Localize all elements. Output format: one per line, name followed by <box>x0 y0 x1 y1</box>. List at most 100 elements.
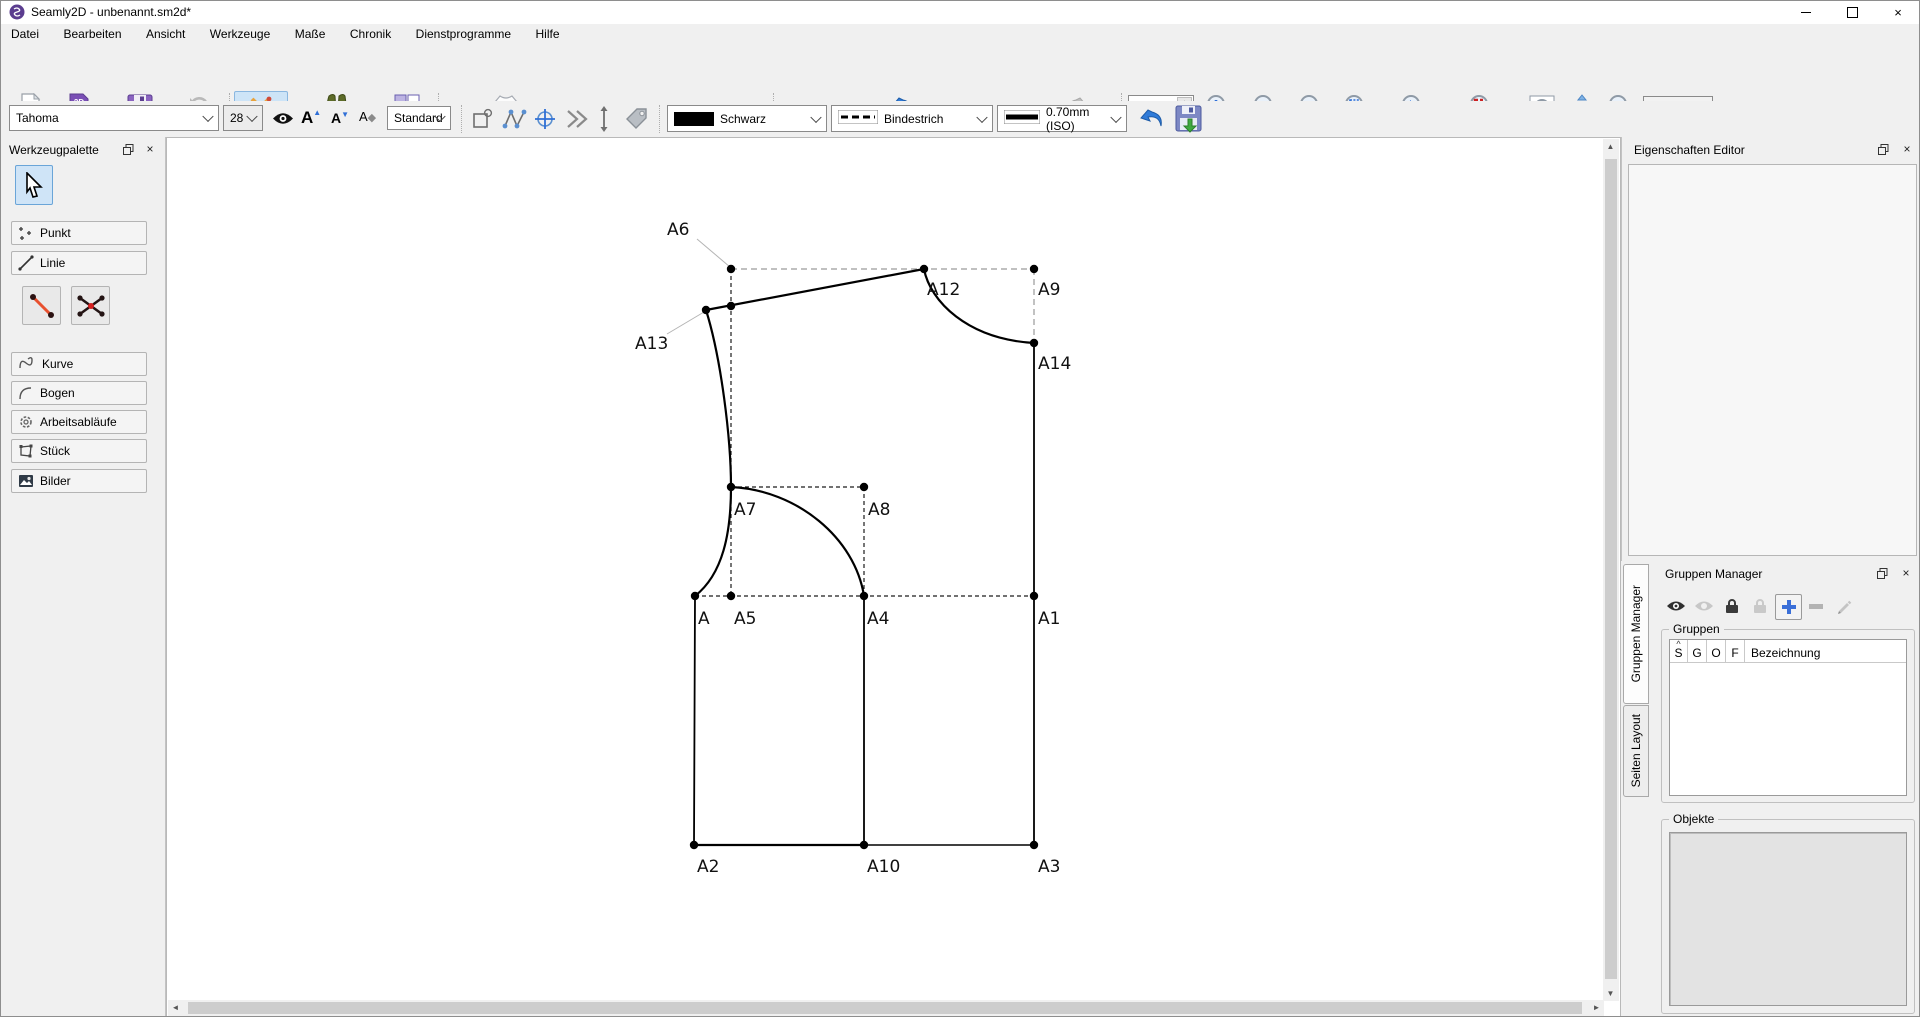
tab-seiten-layout[interactable]: Seiten Layout <box>1623 705 1649 797</box>
save-options-icon[interactable] <box>1175 105 1203 138</box>
horizontal-scrollbar[interactable]: ◄ ► <box>168 1000 1604 1016</box>
horizontal-scroll-thumb[interactable] <box>188 1002 1582 1014</box>
pattern-drawing[interactable]: A6A13A12A9A14A7A8AA5A4A1A2A10A3 <box>167 138 1620 1017</box>
vertical-arrow-icon[interactable] <box>597 106 611 137</box>
close-button[interactable]: × <box>1875 1 1920 24</box>
remove-group-button[interactable] <box>1803 594 1828 618</box>
line-tools-button[interactable]: Linie <box>11 251 147 275</box>
visibility-eye-icon[interactable] <box>271 110 295 132</box>
select-tool-button[interactable] <box>15 165 53 205</box>
edit-group-button[interactable] <box>1831 594 1856 618</box>
spline-nodes-tool-icon[interactable] <box>502 108 528 135</box>
vertical-scrollbar[interactable]: ▲ ▼ <box>1603 139 1619 1001</box>
font-combo[interactable]: Tahoma <box>9 105 219 131</box>
point-label-A[interactable]: A <box>698 609 710 629</box>
pattern-path[interactable] <box>697 239 730 267</box>
float-dock-button[interactable] <box>1874 141 1892 157</box>
scroll-left-icon[interactable]: ◄ <box>168 1000 183 1015</box>
point-label-A13[interactable]: A13 <box>635 334 668 354</box>
drawing-canvas[interactable]: A6A13A12A9A14A7A8AA5A4A1A2A10A3 ▲ ▼ ◄ ► <box>166 137 1621 1017</box>
line-color-combo[interactable]: Schwarz <box>667 105 827 132</box>
unlock-group-button[interactable] <box>1747 594 1772 618</box>
curve-tools-button[interactable]: Kurve <box>11 352 147 376</box>
pattern-path[interactable] <box>694 596 695 845</box>
menu-dienstprogramme[interactable]: Dienstprogramme <box>406 24 521 41</box>
close-dock-button[interactable]: × <box>1898 141 1916 157</box>
scroll-right-icon[interactable]: ► <box>1589 1000 1604 1015</box>
tag-icon[interactable] <box>625 106 651 137</box>
line-type-combo[interactable]: Bindestrich <box>831 105 993 132</box>
pattern-point-A14[interactable] <box>1030 339 1038 347</box>
float-dock-button[interactable] <box>1873 565 1891 581</box>
pattern-point-A12[interactable] <box>920 265 928 273</box>
column-g[interactable]: G <box>1688 640 1707 662</box>
label-style-combo[interactable]: Standard <box>387 106 451 130</box>
close-dock-button[interactable]: × <box>1897 565 1915 581</box>
label-color-button[interactable]: A◆ <box>359 109 376 124</box>
add-group-button[interactable] <box>1775 594 1802 620</box>
pattern-point-A13[interactable] <box>702 306 710 314</box>
pattern-point[interactable] <box>727 302 735 310</box>
line-weight-combo[interactable]: 0.70mm (ISO) <box>997 105 1127 132</box>
pattern-point-A7[interactable] <box>727 483 735 491</box>
objekte-list[interactable] <box>1669 832 1907 1006</box>
vertical-scroll-thumb[interactable] <box>1605 159 1617 979</box>
tab-gruppen-manager[interactable]: Gruppen Manager <box>1623 564 1649 704</box>
point-label-A4[interactable]: A4 <box>867 609 889 629</box>
column-o[interactable]: O <box>1707 640 1726 662</box>
scroll-down-icon[interactable]: ▼ <box>1603 986 1618 1001</box>
pattern-point-A1[interactable] <box>1030 592 1038 600</box>
column-f[interactable]: F <box>1726 640 1745 662</box>
line-segment-tool-button[interactable] <box>22 286 61 325</box>
shape-corner-tool-icon[interactable] <box>471 108 495 135</box>
chevrons-icon[interactable] <box>564 108 590 135</box>
point-label-A7[interactable]: A7 <box>734 500 756 520</box>
pattern-point-A[interactable] <box>691 592 699 600</box>
pattern-point-A5[interactable] <box>727 592 735 600</box>
menu-werkzeuge[interactable]: Werkzeuge <box>200 24 280 41</box>
point-label-A10[interactable]: A10 <box>867 857 900 877</box>
point-tools-button[interactable]: Punkt <box>11 221 147 245</box>
pattern-point-A4[interactable] <box>860 592 868 600</box>
column-bezeichnung[interactable]: Bezeichnung <box>1745 640 1906 662</box>
font-increase-button[interactable]: A▲ <box>301 108 321 128</box>
line-intersect-tool-button[interactable] <box>71 286 110 325</box>
point-label-A8[interactable]: A8 <box>868 500 890 520</box>
gruppen-list[interactable]: ^S G O F Bezeichnung <box>1669 639 1907 796</box>
point-label-A1[interactable]: A1 <box>1038 609 1060 629</box>
float-dock-button[interactable] <box>119 141 137 157</box>
point-label-A3[interactable]: A3 <box>1038 857 1060 877</box>
font-size-combo[interactable]: 28 <box>223 105 263 131</box>
arc-tools-button[interactable]: Bogen <box>11 381 147 405</box>
point-label-A14[interactable]: A14 <box>1038 354 1071 374</box>
pattern-path[interactable] <box>695 487 731 596</box>
hide-group-button[interactable] <box>1691 594 1716 618</box>
menu-masse[interactable]: Maße <box>285 24 336 41</box>
minimize-button[interactable] <box>1783 1 1829 24</box>
point-label-A9[interactable]: A9 <box>1038 280 1060 300</box>
pattern-point-A9[interactable] <box>1030 265 1038 273</box>
menu-ansicht[interactable]: Ansicht <box>136 24 195 41</box>
menu-hilfe[interactable]: Hilfe <box>526 24 570 41</box>
lock-group-button[interactable] <box>1719 594 1744 618</box>
pattern-point-A8[interactable] <box>860 483 868 491</box>
pattern-point-A2[interactable] <box>690 841 698 849</box>
pattern-point-A10[interactable] <box>860 841 868 849</box>
operations-tools-button[interactable]: Arbeitsabläufe <box>11 410 147 434</box>
images-tools-button[interactable]: Bilder <box>11 469 147 493</box>
point-label-A6[interactable]: A6 <box>667 220 689 240</box>
close-dock-button[interactable]: × <box>141 141 159 157</box>
menu-bearbeiten[interactable]: Bearbeiten <box>53 24 131 41</box>
pattern-path[interactable] <box>667 312 704 334</box>
point-label-A2[interactable]: A2 <box>697 857 719 877</box>
snap-target-icon[interactable] <box>533 107 557 136</box>
column-show[interactable]: ^S <box>1670 640 1688 662</box>
font-decrease-button[interactable]: A▼ <box>331 110 349 126</box>
show-group-button[interactable] <box>1663 594 1688 618</box>
piece-tools-button[interactable]: Stück <box>11 439 147 463</box>
scroll-up-icon[interactable]: ▲ <box>1603 139 1618 154</box>
pattern-point-A6[interactable] <box>727 265 735 273</box>
menu-chronik[interactable]: Chronik <box>340 24 401 41</box>
point-label-A12[interactable]: A12 <box>927 280 960 300</box>
maximize-button[interactable] <box>1829 1 1875 24</box>
